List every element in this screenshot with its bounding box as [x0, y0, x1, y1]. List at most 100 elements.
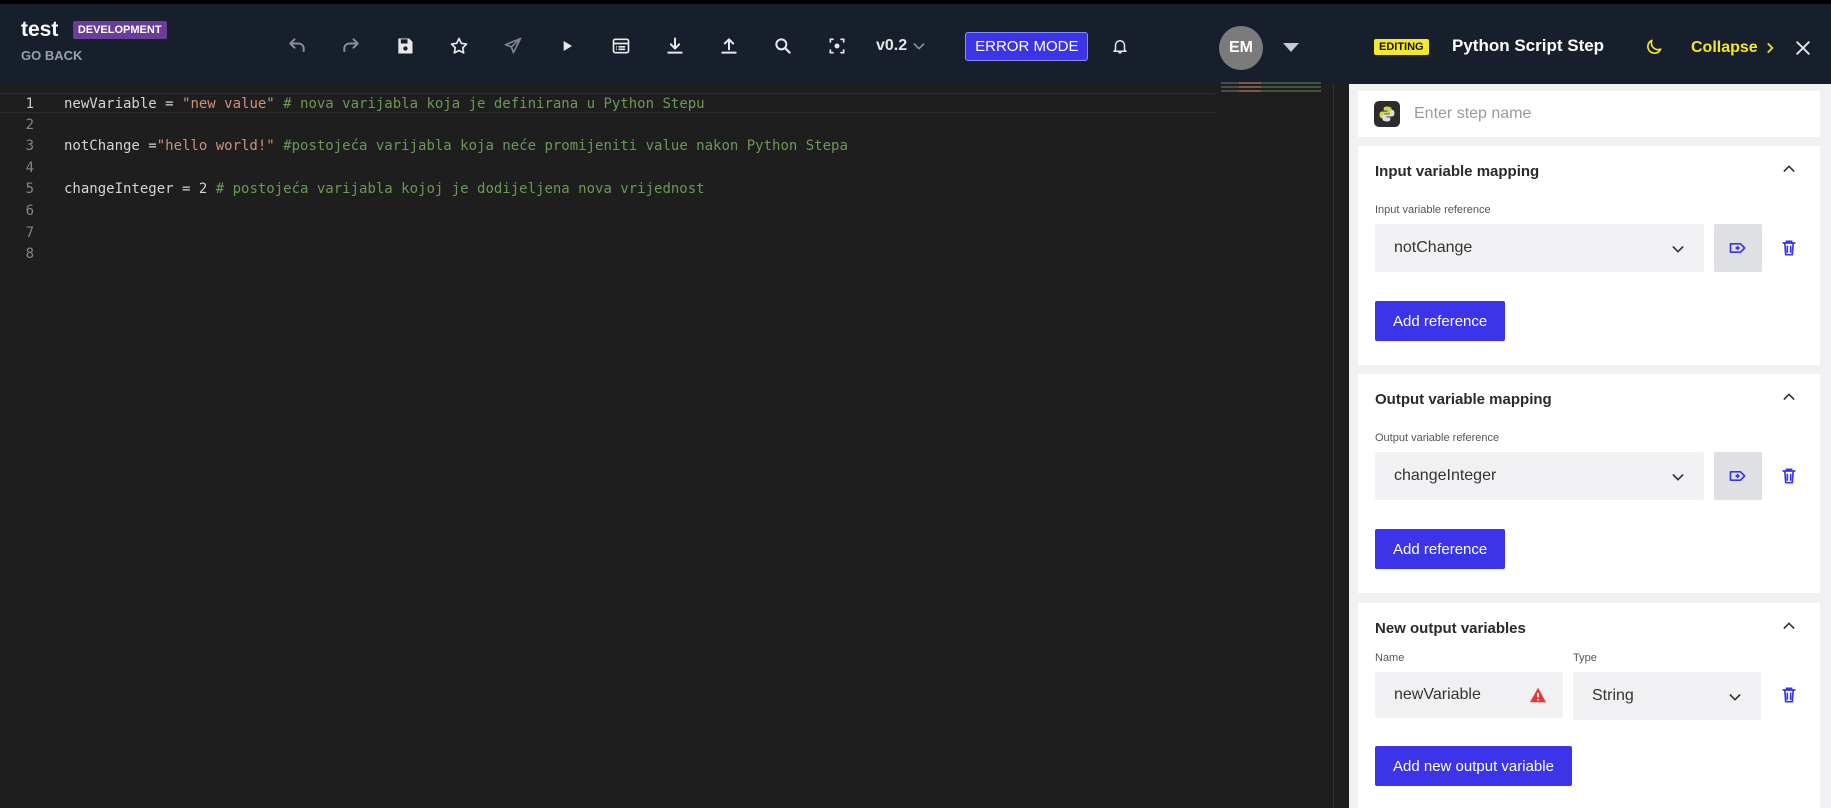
focus-icon — [829, 38, 845, 54]
code-text: newVariable = "new value" # nova varijab… — [64, 94, 705, 114]
code-line[interactable]: 5 changeInteger = 2 # postojeća varijabla… — [0, 179, 1215, 199]
code-editor[interactable]: 1 newVariable = "new value" # nova varija… — [0, 84, 1333, 808]
upload-button[interactable] — [702, 30, 756, 62]
table-icon — [612, 38, 630, 54]
chevron-up-icon[interactable] — [1781, 618, 1797, 634]
code-line[interactable]: 1 newVariable = "new value" # nova varija… — [0, 93, 1215, 113]
comment-token: #postojeća varijabla koja neće promijeni… — [274, 138, 848, 155]
moon-icon[interactable] — [1644, 37, 1664, 57]
send-icon — [504, 37, 522, 54]
bell-icon — [1113, 40, 1128, 54]
collapse-label: Collapse — [1691, 39, 1758, 56]
code-line[interactable]: 7 — [0, 223, 1215, 243]
chevron-down-icon — [1672, 246, 1684, 253]
line-number: 6 — [25, 203, 34, 219]
trash-icon[interactable] — [1779, 238, 1799, 258]
code-line[interactable]: 8 — [0, 244, 1215, 264]
download-icon — [667, 37, 683, 54]
chevron-down-icon — [1729, 694, 1741, 701]
output-type-select[interactable]: String — [1573, 672, 1761, 720]
publish-button[interactable] — [486, 30, 540, 62]
play-icon — [563, 41, 572, 51]
code-line[interactable]: 4 — [0, 158, 1215, 178]
notifications-button[interactable] — [1108, 34, 1132, 58]
top-header: test DEVELOPMENT GO BACK v0.2 ERROR MODE… — [0, 0, 1349, 84]
step-editor-panel: EDITING Python Script Step Collapse Inpu… — [1349, 0, 1831, 808]
comment-token: # postojeća varijabla kojoj je dodijelje… — [207, 181, 705, 198]
code-token: changeInteger = 2 — [64, 181, 208, 198]
input-reference-value: notChange — [1394, 239, 1473, 256]
output-link-button[interactable] — [1714, 452, 1762, 500]
editor-scrollbar[interactable] — [1333, 84, 1349, 808]
line-number: 1 — [25, 96, 34, 112]
collapse-button[interactable]: Collapse — [1691, 39, 1777, 57]
version-select[interactable]: v0.2 — [876, 37, 927, 55]
warning-icon — [1530, 687, 1546, 703]
input-reference-select[interactable]: notChange — [1375, 224, 1704, 272]
table-button[interactable] — [594, 30, 648, 62]
name-label: Name — [1375, 652, 1405, 664]
link-tag-icon — [1729, 243, 1746, 253]
step-name-input[interactable] — [1414, 99, 1804, 129]
link-tag-icon — [1729, 471, 1746, 481]
step-name-card — [1358, 91, 1820, 137]
upload-icon — [721, 38, 737, 54]
search-icon — [775, 38, 791, 54]
focus-button[interactable] — [810, 30, 864, 62]
add-input-reference-button[interactable]: Add reference — [1375, 301, 1506, 341]
trash-icon[interactable] — [1779, 466, 1799, 486]
add-new-output-variable-button[interactable]: Add new output variable — [1375, 746, 1572, 786]
editor-minimap[interactable] — [1221, 82, 1321, 94]
code-text: changeInteger = 2 # postojeća varijabla … — [64, 179, 705, 199]
version-label: v0.2 — [876, 37, 908, 54]
output-name-value: newVariable — [1394, 686, 1481, 703]
download-button[interactable] — [648, 30, 702, 62]
type-label: Type — [1573, 652, 1597, 664]
code-text: notChange ="hello world!" #postojeća var… — [64, 136, 848, 156]
user-menu-caret-icon[interactable] — [1283, 43, 1299, 52]
output-reference-select[interactable]: changeInteger — [1375, 452, 1704, 500]
redo-icon — [343, 38, 359, 52]
string-token: "new value" — [182, 96, 275, 112]
trash-icon[interactable] — [1779, 685, 1799, 705]
code-token: notChange = — [64, 138, 157, 155]
redo-button[interactable] — [324, 30, 378, 62]
user-avatar[interactable]: EM — [1219, 26, 1263, 70]
input-link-button[interactable] — [1714, 224, 1762, 272]
comment-token: # nova varijabla koja je definirana u Py… — [274, 96, 705, 112]
chevron-up-icon[interactable] — [1781, 161, 1797, 177]
favorite-button[interactable] — [432, 30, 486, 62]
line-number: 8 — [25, 246, 34, 263]
output-mapping-section: Output variable mapping Output variable … — [1358, 374, 1820, 593]
string-token: "hello world!" — [156, 138, 275, 155]
go-back-link[interactable]: GO BACK — [21, 48, 167, 63]
add-output-reference-button[interactable]: Add reference — [1375, 529, 1506, 569]
editing-badge: EDITING — [1374, 39, 1429, 55]
chevron-down-icon — [913, 43, 925, 50]
env-badge: DEVELOPMENT — [72, 21, 167, 39]
code-line[interactable]: 6 — [0, 201, 1215, 221]
star-icon — [450, 37, 468, 54]
output-name-input[interactable]: newVariable — [1375, 672, 1563, 718]
chevron-down-icon — [1672, 474, 1684, 481]
save-icon — [398, 38, 413, 54]
close-icon[interactable] — [1793, 38, 1813, 58]
brand: test DEVELOPMENT GO BACK — [21, 18, 167, 63]
line-number: 5 — [25, 181, 34, 198]
search-button[interactable] — [756, 30, 810, 62]
input-mapping-section: Input variable mapping Input variable re… — [1358, 146, 1820, 365]
section-title: Output variable mapping — [1375, 391, 1552, 408]
code-line[interactable]: 3 notChange ="hello world!" #postojeća va… — [0, 136, 1215, 156]
section-title: New output variables — [1375, 620, 1526, 637]
save-button[interactable] — [378, 30, 432, 62]
app-root: test DEVELOPMENT GO BACK v0.2 ERROR MODE… — [0, 0, 1831, 808]
run-button[interactable] — [540, 30, 594, 62]
error-mode-button[interactable]: ERROR MODE — [965, 31, 1089, 61]
line-number: 3 — [25, 138, 34, 155]
chevron-up-icon[interactable] — [1781, 389, 1797, 405]
panel-header: EDITING Python Script Step Collapse — [1349, 0, 1831, 84]
toolbar: v0.2 ERROR MODE — [270, 30, 1132, 62]
undo-button[interactable] — [270, 30, 324, 62]
output-reference-label: Output variable reference — [1375, 432, 1500, 444]
code-line[interactable]: 2 — [0, 115, 1215, 135]
